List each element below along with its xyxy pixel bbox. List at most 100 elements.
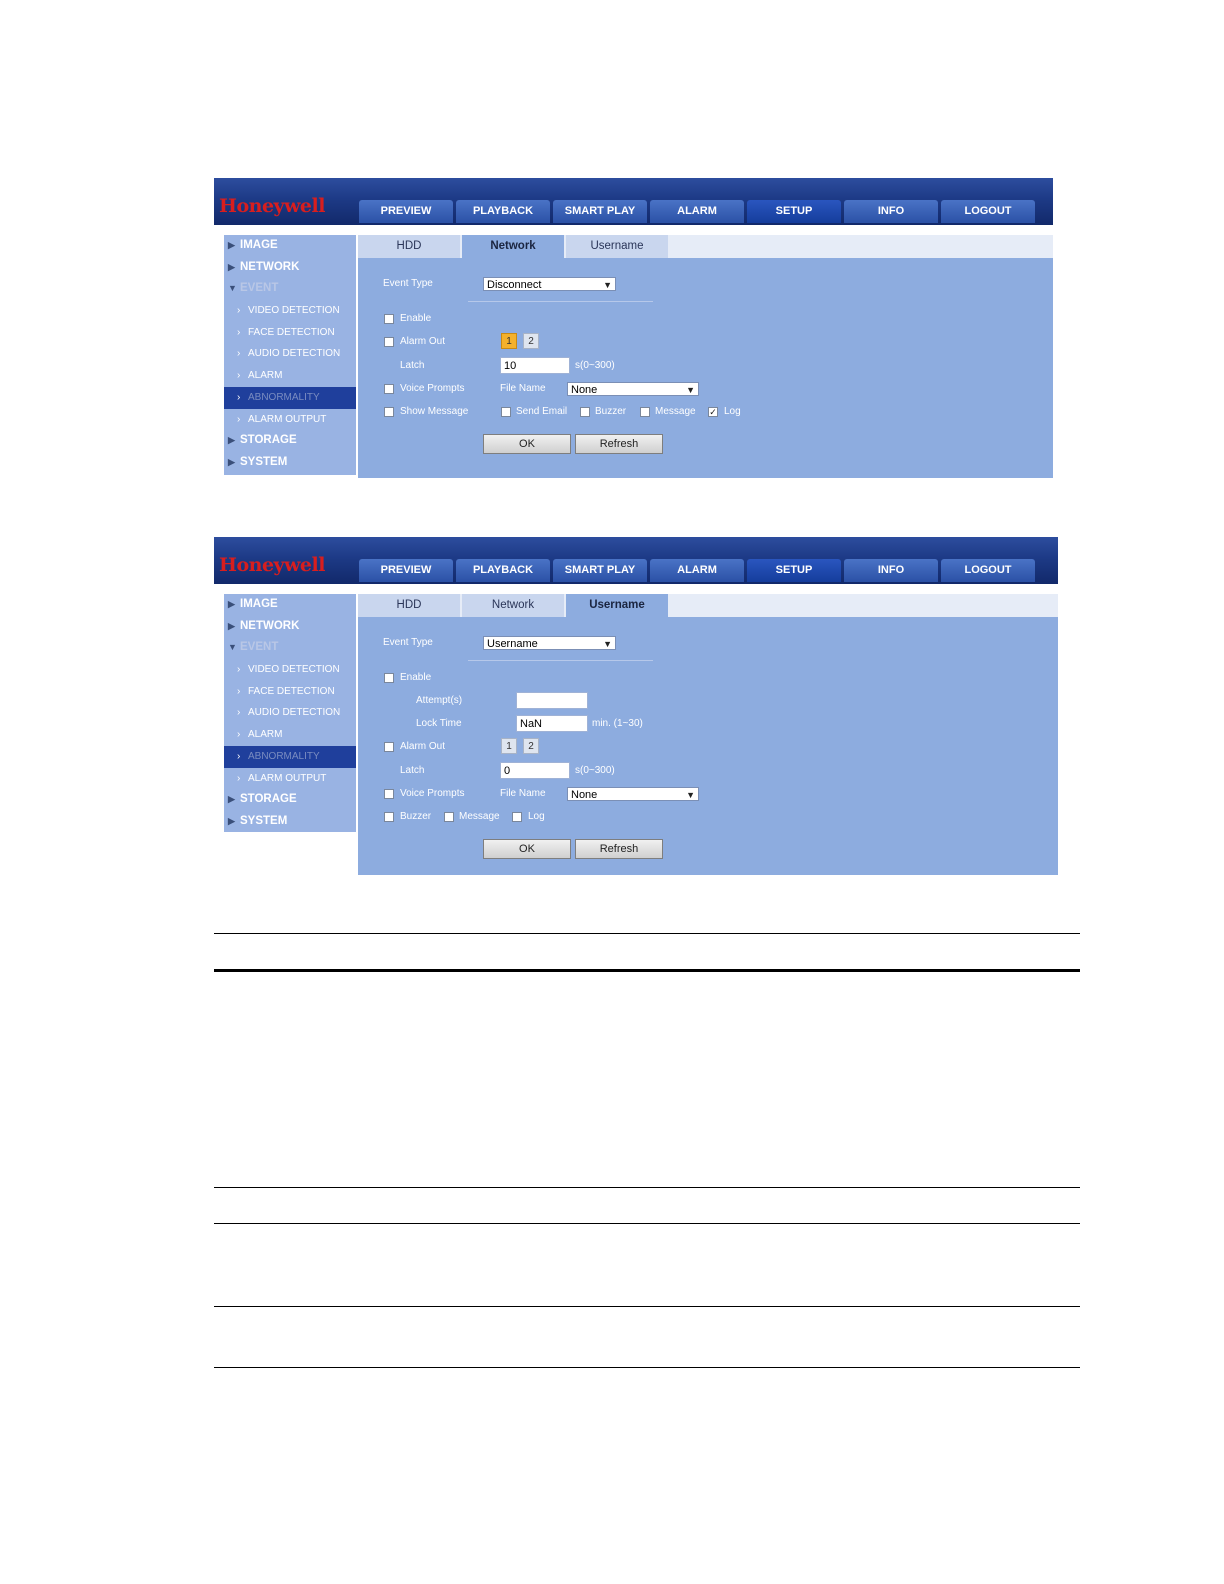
message-label: Message <box>459 811 500 822</box>
nav-alarm[interactable]: ALARM <box>650 559 744 582</box>
sidebar-item-alarm[interactable]: › ALARM <box>224 365 356 387</box>
nav-playback[interactable]: PLAYBACK <box>456 200 550 223</box>
sidebar-item-storage[interactable]: ▶ STORAGE <box>224 430 356 452</box>
event-type-value: Username <box>487 638 538 650</box>
sidebar-item-network[interactable]: ▶ NETWORK <box>224 616 356 638</box>
tab-network[interactable]: Network <box>462 594 564 617</box>
message-checkbox[interactable] <box>640 407 650 417</box>
file-name-select[interactable]: None ▼ <box>567 787 699 801</box>
voice-prompts-checkbox[interactable] <box>384 789 394 799</box>
nav-setup[interactable]: SETUP <box>747 200 841 223</box>
voice-prompts-label: Voice Prompts <box>400 383 465 394</box>
latch-input[interactable]: 10 <box>500 357 570 374</box>
nav-info[interactable]: INFO <box>844 200 938 223</box>
sidebar-item-label: STORAGE <box>240 793 297 806</box>
sidebar-item-audio-detection[interactable]: › AUDIO DETECTION <box>224 343 356 365</box>
tab-network[interactable]: Network <box>462 235 564 258</box>
lock-time-input[interactable]: NaN <box>516 715 588 732</box>
file-name-label: File Name <box>500 788 546 799</box>
buzzer-checkbox[interactable] <box>384 812 394 822</box>
sidebar-item-alarm-output[interactable]: › ALARM OUTPUT <box>224 409 356 431</box>
enable-checkbox[interactable] <box>384 314 394 324</box>
nav-smart-play[interactable]: SMART PLAY <box>553 200 647 223</box>
show-message-label: Show Message <box>400 406 469 417</box>
tab-bar: HDD Network Username <box>358 235 1053 258</box>
event-type-select[interactable]: Disconnect ▼ <box>483 277 616 291</box>
sidebar-item-label: NETWORK <box>240 260 300 273</box>
buzzer-label: Buzzer <box>595 406 627 417</box>
enable-checkbox[interactable] <box>384 673 394 683</box>
sidebar-item-alarm-output[interactable]: › ALARM OUTPUT <box>224 768 356 790</box>
tab-hdd[interactable]: HDD <box>358 235 460 258</box>
nav-setup[interactable]: SETUP <box>747 559 841 582</box>
nav-logout[interactable]: LOGOUT <box>941 559 1035 582</box>
sidebar-item-network[interactable]: ▶ NETWORK <box>224 257 356 279</box>
sidebar-item-label: AUDIO DETECTION <box>248 348 341 360</box>
tab-bar: HDD Network Username <box>358 594 1058 617</box>
nav-preview[interactable]: PREVIEW <box>359 559 453 582</box>
refresh-button[interactable]: Refresh <box>575 839 663 859</box>
attempts-input[interactable] <box>516 692 588 709</box>
sidebar-item-label: IMAGE <box>240 239 278 251</box>
sidebar-item-video-detection[interactable]: › VIDEO DETECTION <box>224 659 356 681</box>
sidebar-item-image[interactable]: ▶ IMAGE <box>224 235 356 257</box>
voice-prompts-checkbox[interactable] <box>384 384 394 394</box>
sidebar-item-audio-detection[interactable]: › AUDIO DETECTION <box>224 702 356 724</box>
sidebar-item-label: ALARM OUTPUT <box>248 772 327 784</box>
chevron-right-icon: › <box>237 685 241 697</box>
refresh-button[interactable]: Refresh <box>575 434 663 454</box>
divider <box>468 660 653 661</box>
latch-input[interactable]: 0 <box>500 762 570 779</box>
nav-smart-play[interactable]: SMART PLAY <box>553 559 647 582</box>
sidebar-item-system[interactable]: ▶ SYSTEM <box>224 811 356 833</box>
alarm-out-checkbox[interactable] <box>384 742 394 752</box>
enable-label: Enable <box>400 672 432 683</box>
sidebar-item-abnormality[interactable]: › ABNORMALITY <box>224 386 356 409</box>
screenshot-username-abnormality: Honeywell PREVIEW PLAYBACK SMART PLAY AL… <box>214 537 1058 875</box>
sidebar-item-event[interactable]: ▼ EVENT <box>224 637 356 659</box>
sidebar-item-event[interactable]: ▼ EVENT <box>224 278 356 300</box>
alarm-out-channel-2[interactable]: 2 <box>523 738 539 754</box>
sidebar-item-image[interactable]: ▶ IMAGE <box>224 594 356 616</box>
setup-sidebar: ▶ IMAGE ▶ NETWORK ▼ EVENT › VIDEO DETECTION … <box>224 594 356 832</box>
alarm-out-checkbox[interactable] <box>384 337 394 347</box>
buzzer-checkbox[interactable] <box>580 407 590 417</box>
file-name-select[interactable]: None ▼ <box>567 382 699 396</box>
ok-button[interactable]: OK <box>483 434 571 454</box>
alarm-out-channel-1[interactable]: 1 <box>501 333 517 349</box>
log-checkbox[interactable]: ✓ <box>708 407 718 417</box>
triangle-right-icon: ▶ <box>228 240 235 250</box>
latch-range: s(0~300) <box>575 765 615 776</box>
nav-alarm[interactable]: ALARM <box>650 200 744 223</box>
sidebar-item-face-detection[interactable]: › FACE DETECTION <box>224 681 356 703</box>
sidebar-item-face-detection[interactable]: › FACE DETECTION <box>224 322 356 344</box>
chevron-right-icon: › <box>237 348 241 360</box>
message-checkbox[interactable] <box>444 812 454 822</box>
nav-logout[interactable]: LOGOUT <box>941 200 1035 223</box>
sidebar-item-alarm[interactable]: › ALARM <box>224 724 356 746</box>
event-type-label: Event Type <box>383 278 433 289</box>
chevron-right-icon: › <box>237 413 241 425</box>
sidebar-item-storage[interactable]: ▶ STORAGE <box>224 789 356 811</box>
latch-label: Latch <box>400 765 425 776</box>
triangle-right-icon: ▶ <box>228 620 235 631</box>
log-checkbox[interactable] <box>512 812 522 822</box>
nav-preview[interactable]: PREVIEW <box>359 200 453 223</box>
alarm-out-channel-2[interactable]: 2 <box>523 333 539 349</box>
tab-username[interactable]: Username <box>566 594 668 617</box>
alarm-out-label: Alarm Out <box>400 741 446 752</box>
sidebar-item-system[interactable]: ▶ SYSTEM <box>224 452 356 474</box>
nav-playback[interactable]: PLAYBACK <box>456 559 550 582</box>
nav-info[interactable]: INFO <box>844 559 938 582</box>
send-email-checkbox[interactable] <box>501 407 511 417</box>
event-type-select[interactable]: Username ▼ <box>483 636 616 650</box>
tab-username[interactable]: Username <box>566 235 668 258</box>
tab-hdd[interactable]: HDD <box>358 594 460 617</box>
alarm-out-channel-1[interactable]: 1 <box>501 738 517 754</box>
top-navigation-bar: Honeywell PREVIEW PLAYBACK SMART PLAY AL… <box>214 537 1058 584</box>
show-message-checkbox[interactable] <box>384 407 394 417</box>
sidebar-item-video-detection[interactable]: › VIDEO DETECTION <box>224 300 356 322</box>
sidebar-item-abnormality[interactable]: › ABNORMALITY <box>224 745 356 768</box>
sidebar-item-label: ALARM <box>248 729 283 741</box>
ok-button[interactable]: OK <box>483 839 571 859</box>
